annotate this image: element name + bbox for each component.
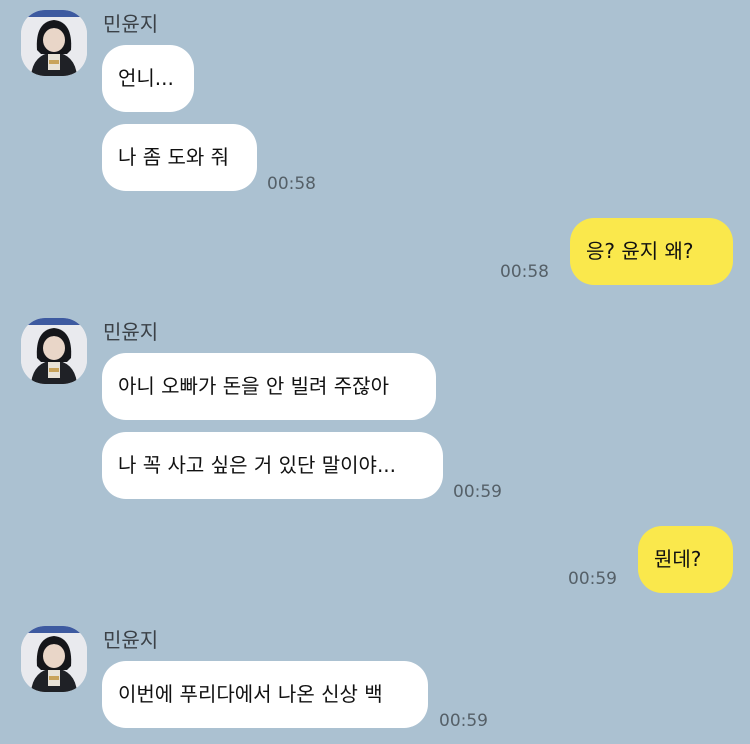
incoming-message-bubble[interactable]: 아니 오빠가 돈을 안 빌려 주잖아 — [102, 353, 436, 420]
incoming-message-bubble[interactable]: 나 좀 도와 줘 — [102, 124, 257, 191]
sender-name: 민윤지 — [103, 320, 159, 344]
sender-avatar[interactable] — [21, 318, 87, 384]
sender-name: 민윤지 — [103, 12, 159, 36]
incoming-message-bubble[interactable]: 나 꼭 사고 싶은 거 있단 말이야... — [102, 432, 443, 499]
message-timestamp: 00:58 — [500, 262, 549, 282]
incoming-message-bubble[interactable]: 언니... — [102, 45, 194, 112]
message-timestamp: 00:59 — [453, 482, 502, 502]
incoming-message-bubble[interactable]: 이번에 푸리다에서 나온 신상 백 — [102, 661, 428, 728]
message-timestamp: 00:58 — [267, 174, 316, 194]
message-timestamp: 00:59 — [568, 569, 617, 589]
sender-avatar[interactable] — [21, 10, 87, 76]
outgoing-message-bubble[interactable]: 응? 윤지 왜? — [570, 218, 733, 285]
avatar-icon — [21, 626, 87, 692]
message-timestamp: 00:59 — [439, 711, 488, 731]
chat-room: 민윤지 언니... 나 좀 도와 줘 00:58 00:58 응? 윤지 왜? … — [0, 0, 750, 744]
sender-name: 민윤지 — [103, 628, 159, 652]
sender-avatar[interactable] — [21, 626, 87, 692]
avatar-icon — [21, 318, 87, 384]
outgoing-message-bubble[interactable]: 뭔데? — [638, 526, 733, 593]
avatar-icon — [21, 10, 87, 76]
